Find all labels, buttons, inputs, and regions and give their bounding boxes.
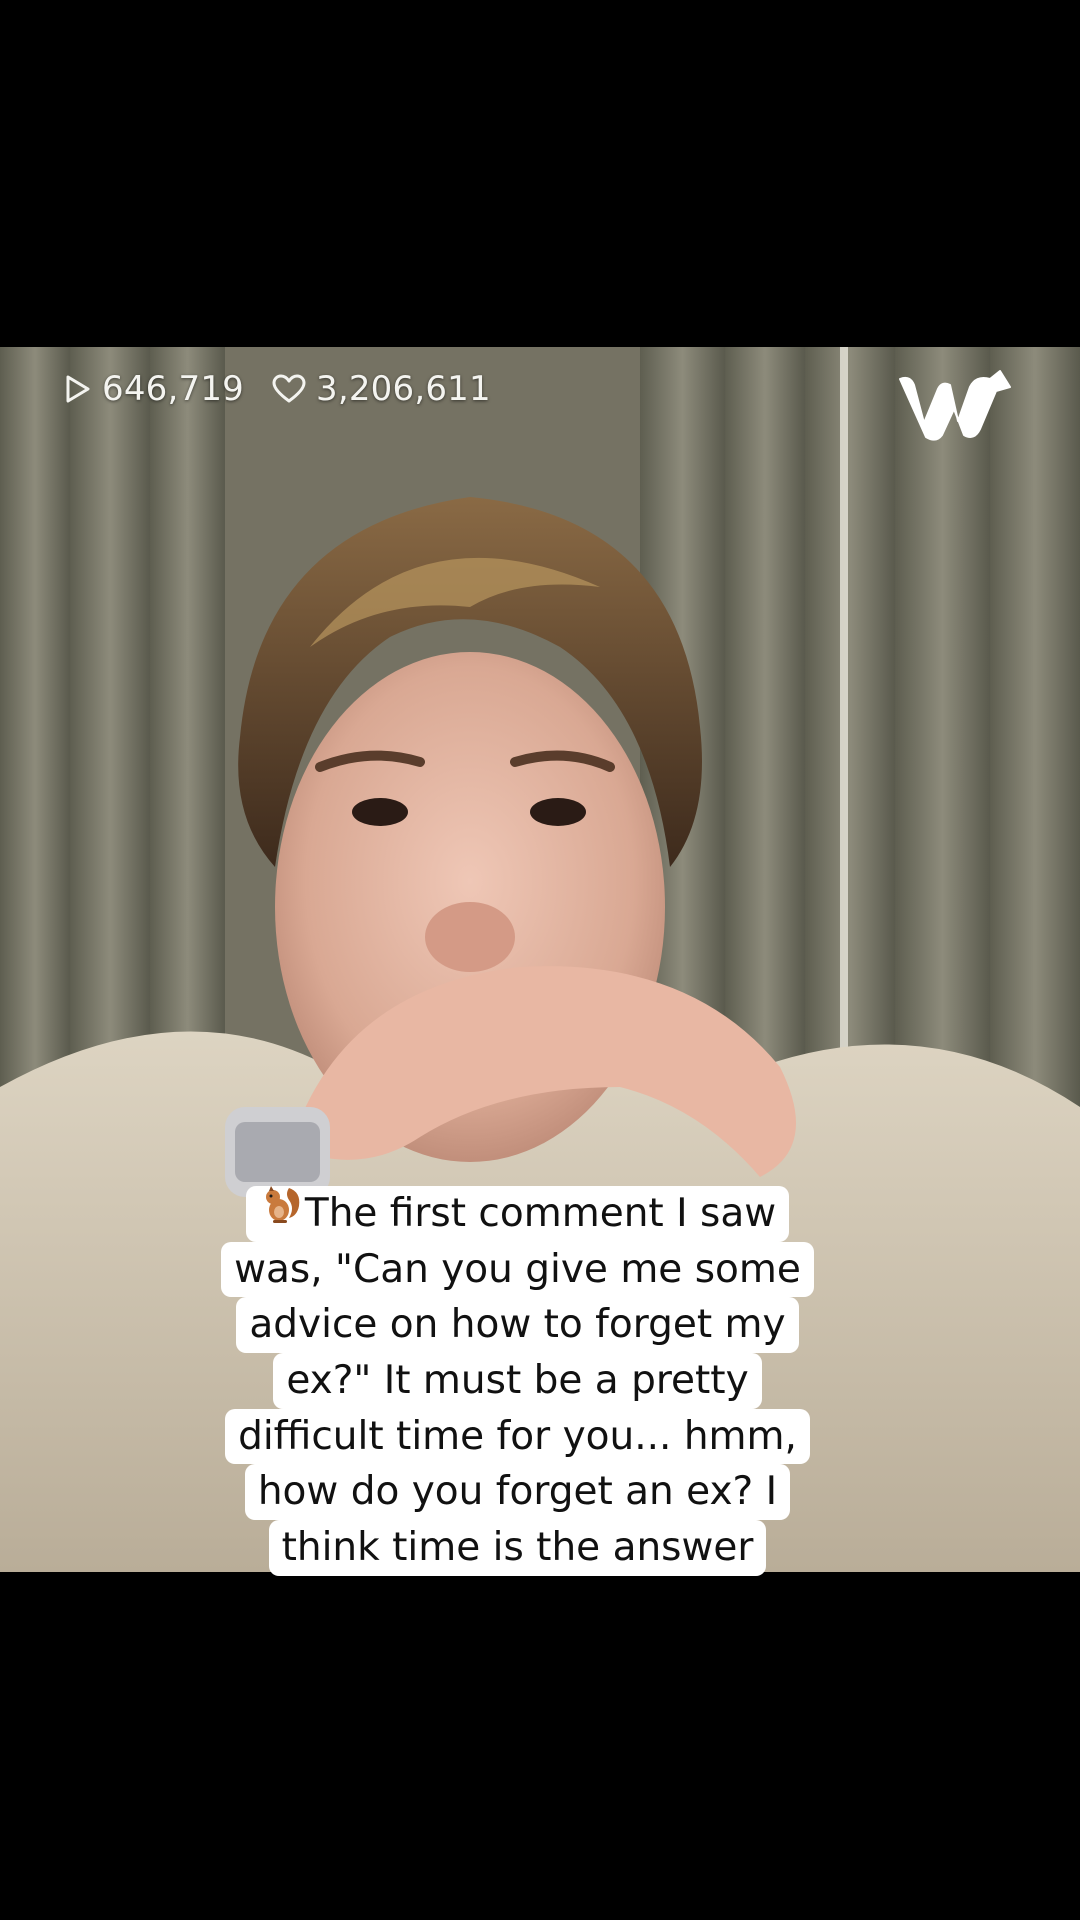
stats-bar: 646,719 3,206,611 xyxy=(64,366,491,412)
video-post-screen: 646,719 3,206,611 The first comment I sa… xyxy=(0,0,1080,1920)
views-stat: 646,719 xyxy=(64,369,244,409)
likes-stat: 3,206,611 xyxy=(272,369,491,409)
play-outline-icon xyxy=(64,373,92,405)
caption-line-6: how do you forget an ex? I xyxy=(244,1464,791,1521)
caption-line-4: ex?" It must be a pretty xyxy=(273,1353,762,1409)
weverse-logo xyxy=(896,365,1016,445)
caption-line-2: was, "Can you give me some xyxy=(221,1241,814,1298)
caption-line-5: difficult time for you... hmm, xyxy=(225,1408,810,1465)
caption-box: The first comment I saw was, "Can you gi… xyxy=(160,1185,875,1576)
caption-line-3: advice on how to forget my xyxy=(236,1297,799,1354)
caption-line-1: The first comment I saw xyxy=(245,1185,790,1242)
caption-line-7: think time is the answer xyxy=(268,1520,767,1576)
likes-count: 3,206,611 xyxy=(316,369,491,409)
heart-outline-icon xyxy=(272,374,306,404)
views-count: 646,719 xyxy=(102,369,244,409)
squirrel-emoji xyxy=(259,1182,303,1242)
